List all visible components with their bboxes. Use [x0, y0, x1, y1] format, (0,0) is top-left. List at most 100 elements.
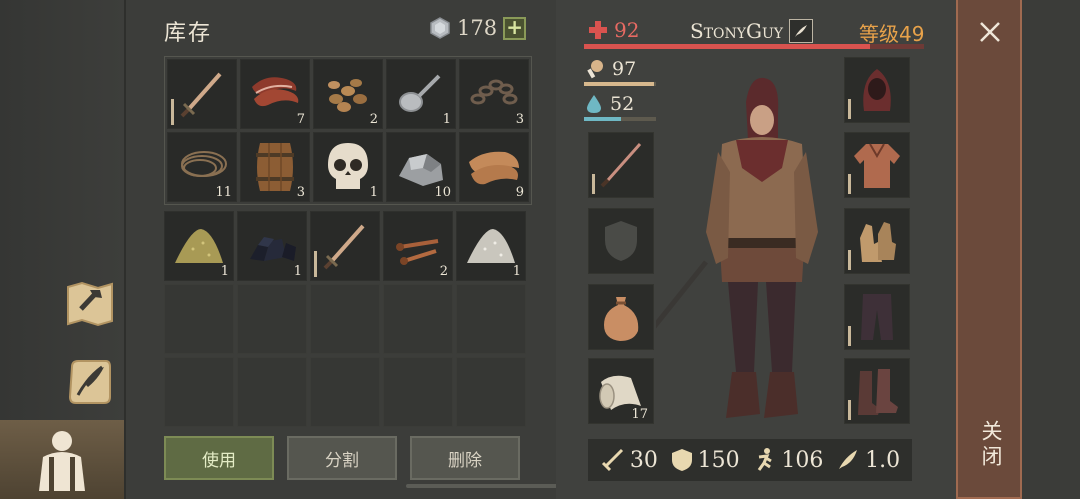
item-quantity: 2 [439, 264, 448, 279]
attack-value: 30 [629, 447, 658, 473]
close-button[interactable]: 关闭 [956, 0, 1022, 499]
sand-pile-icon [175, 229, 223, 263]
inventory-slot[interactable]: 3 [240, 132, 310, 202]
chain-icon [470, 79, 518, 105]
food-stat: 97 [586, 58, 636, 80]
empty-slot[interactable] [456, 357, 526, 427]
item-quantity: 17 [631, 407, 648, 422]
item-quantity: 3 [296, 185, 305, 200]
shield-defense-icon [671, 449, 692, 471]
speed-value: 106 [781, 447, 824, 473]
food-bar-fill [584, 82, 654, 86]
health-cross-icon [589, 21, 607, 39]
inventory-slot[interactable]: 1 [164, 211, 234, 281]
sword-icon [600, 143, 642, 188]
water-stat: 52 [586, 93, 634, 115]
inventory-slot[interactable] [167, 59, 237, 129]
crafting-map-button[interactable] [62, 278, 118, 330]
feather-weight-icon [839, 450, 858, 469]
scroll-quill-icon [68, 360, 111, 404]
backpack-grid: 7 2 1 3 11 3 1 10 9 [164, 56, 532, 205]
body-armor-slot[interactable] [844, 132, 910, 198]
inventory-slot[interactable]: 11 [167, 132, 237, 202]
shield-slot[interactable] [588, 208, 654, 274]
character-tab-button[interactable] [0, 420, 124, 499]
empty-slot[interactable] [237, 284, 307, 354]
empty-slot[interactable] [310, 284, 380, 354]
empty-slot[interactable] [237, 357, 307, 427]
durability-bar [848, 250, 851, 270]
empty-slot[interactable] [310, 357, 380, 427]
inventory-panel: 库存 178 + 7 2 1 3 11 3 1 10 9 1 1 2 1 使用 … [124, 0, 678, 499]
close-label: 关闭 [979, 420, 1003, 470]
item-quantity: 1 [512, 264, 521, 279]
player-level: 等级49 [859, 22, 925, 46]
speed-stat: 106 [751, 447, 823, 473]
head-armor-slot[interactable] [844, 57, 910, 123]
nails-icon [396, 239, 439, 265]
item-quantity: 1 [220, 264, 229, 279]
feet-armor-slot[interactable] [844, 358, 910, 424]
quill-icon [795, 25, 808, 37]
water-drop-icon [587, 95, 601, 113]
food-value: 97 [612, 58, 637, 80]
scroll-slot[interactable]: 17 [588, 358, 654, 424]
empty-slot[interactable] [164, 357, 234, 427]
inventory-slot[interactable]: 7 [240, 59, 310, 129]
empty-slot[interactable] [383, 284, 453, 354]
player-name: StonyGuy [690, 19, 814, 43]
character-panel: 92 StonyGuy 等级49 97 52 17 30 150 106 1.0 [556, 0, 956, 499]
water-bar-fill [584, 117, 622, 121]
health-bar [584, 44, 924, 49]
sword-icon [323, 224, 365, 270]
empty-slot[interactable] [164, 284, 234, 354]
inventory-slot[interactable]: 1 [313, 132, 383, 202]
empty-slot[interactable] [383, 357, 453, 427]
inventory-slot[interactable] [310, 211, 380, 281]
sword-icon [180, 72, 222, 118]
health-value: 92 [614, 18, 640, 42]
plus-icon: + [506, 14, 523, 39]
durability-bar [171, 99, 174, 125]
legs-armor-slot[interactable] [844, 284, 910, 350]
coal-icon [250, 237, 296, 261]
buy-silver-button[interactable]: + [503, 14, 527, 40]
item-quantity: 11 [215, 185, 232, 200]
weapon-slot[interactable] [588, 132, 654, 198]
durability-bar [314, 251, 317, 277]
character-model [656, 77, 818, 418]
sword-attack-icon [601, 448, 623, 472]
inventory-slot[interactable]: 2 [383, 211, 453, 281]
gloves-icon [860, 222, 896, 262]
silver-currency: 178 + [429, 14, 527, 40]
bag-slot[interactable] [588, 284, 654, 350]
inventory-slot[interactable]: 10 [386, 132, 456, 202]
journal-button[interactable] [62, 356, 118, 408]
shirt-icon [854, 143, 900, 188]
defense-value: 150 [697, 447, 740, 473]
empty-slot[interactable] [456, 284, 526, 354]
boots-icon [858, 369, 898, 415]
weight-stat: 1.0 [835, 447, 900, 473]
crafting-map-icon [67, 281, 113, 327]
durability-bar [848, 326, 851, 346]
inventory-title: 库存 [164, 21, 213, 46]
item-quantity: 7 [296, 112, 305, 127]
split-button[interactable]: 分割 [287, 436, 397, 480]
hands-armor-slot[interactable] [844, 208, 910, 274]
combat-stats-bar: 30 150 106 1.0 [588, 439, 912, 481]
inventory-slot[interactable]: 1 [386, 59, 456, 129]
inventory-slot[interactable]: 1 [456, 211, 526, 281]
rename-button[interactable] [789, 19, 814, 43]
inventory-slot[interactable]: 2 [313, 59, 383, 129]
food-bar [584, 82, 656, 86]
use-button[interactable]: 使用 [164, 436, 274, 480]
inventory-slot[interactable]: 1 [237, 211, 307, 281]
inventory-slot[interactable]: 9 [459, 132, 529, 202]
durability-bar [848, 174, 851, 194]
silver-coin-icon [430, 17, 450, 39]
inventory-slot[interactable]: 3 [459, 59, 529, 129]
silver-amount: 178 [457, 16, 498, 40]
item-quantity: 1 [293, 264, 302, 279]
delete-button[interactable]: 删除 [410, 436, 520, 480]
